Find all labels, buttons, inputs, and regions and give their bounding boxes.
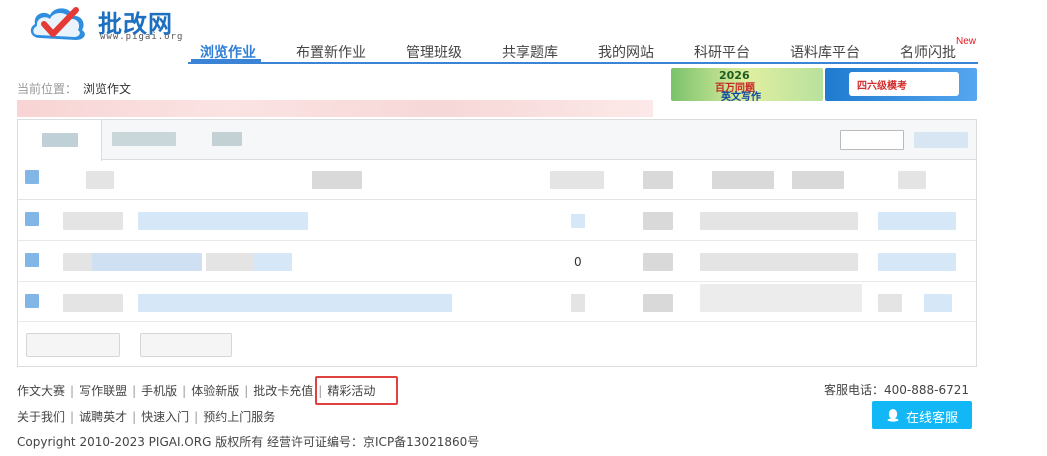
promo-banner-cet-mock[interactable]: 四六级模考 [825,68,977,101]
site-logo[interactable]: 批改网 www.pigai.org [26,2,196,44]
header-cell [86,171,114,189]
tab-label-redacted [112,132,176,146]
nav-divider [188,62,978,64]
row-checkbox[interactable] [25,253,39,267]
cloud-check-icon [30,7,85,40]
nav-manage-classes[interactable]: 管理班级 [406,42,462,62]
breadcrumb-current: 浏览作文 [83,82,132,96]
table-row[interactable] [18,200,976,241]
promo-banner-writing-contest[interactable]: 2026 百万同题 英文写作 [671,68,823,101]
qq-icon [887,409,899,422]
search-box-redacted[interactable] [840,130,904,150]
footer-link-quick-start[interactable]: 快速入门 [141,410,189,424]
nav-teacher-flash-grading[interactable]: 名师闪批 [900,42,956,62]
header-cell [550,171,604,189]
copyright: Copyright 2010-2023 PIGAI.ORG 版权所有 经营许可证… [17,435,480,449]
footer-link-card-recharge[interactable]: 批改卡充值 [253,384,313,398]
row-title-link[interactable] [138,294,452,312]
select-all-checkbox[interactable] [25,170,39,184]
bulk-action-button[interactable] [140,333,232,357]
row-cell [643,253,673,271]
banner-text: 四六级模考 [857,81,907,92]
row-cell [700,212,858,230]
support-phone: 客服电话：400-888-6721 [824,383,970,397]
nav-my-site[interactable]: 我的网站 [598,42,654,62]
row-cell [643,294,673,312]
row-checkbox[interactable] [25,212,39,226]
footer-link-about[interactable]: 关于我们 [17,410,65,424]
new-badge: New [956,36,977,47]
breadcrumb-label: 当前位置： [17,82,78,96]
bulk-action-button[interactable] [26,333,120,357]
footer-link-try-new[interactable]: 体验新版 [191,384,239,398]
highlight-annotation [315,376,398,405]
nav-corpus-platform[interactable]: 语料库平台 [790,42,860,62]
row-checkbox[interactable] [25,294,39,308]
online-support-label: 在线客服 [906,411,959,426]
header-cell [643,171,673,189]
table-row[interactable]: 0 [18,241,976,282]
row-title-link[interactable] [92,253,202,271]
tab-active[interactable] [18,120,102,161]
tab-3[interactable] [212,120,242,160]
row-action-link[interactable] [878,212,956,230]
banner-inner: 四六级模考 [849,72,959,96]
footer-links-row2: 关于我们 | 诚聘英才 | 快速入门 | 预约上门服务 [17,410,276,424]
banner-main: 英文写作 [721,92,761,101]
online-support-button[interactable]: 在线客服 [872,401,972,429]
footer-link-essay-contest[interactable]: 作文大赛 [17,384,65,398]
row-cell [571,294,585,312]
search-button-redacted[interactable] [914,132,968,148]
footer-link-mobile[interactable]: 手机版 [141,384,177,398]
table-row[interactable] [18,282,976,322]
header-cell [792,171,844,189]
blurred-notice [17,100,653,117]
row-cell [254,253,292,271]
logo-url: www.pigai.org [100,32,184,42]
row-title-link[interactable] [138,212,308,230]
row-cell [206,253,256,271]
header-cell [898,171,926,189]
row-cell [63,212,123,230]
footer-link-book-onsite[interactable]: 预约上门服务 [203,410,275,424]
header-cell [712,171,774,189]
row-action-link[interactable] [878,253,956,271]
row-cell [571,214,585,228]
assignment-panel: 0 [17,119,977,367]
breadcrumb: 当前位置： 浏览作文 [17,80,131,97]
row-count: 0 [574,255,582,269]
row-cell [643,212,673,230]
row-action-link[interactable] [924,294,952,312]
row-cell [63,294,123,312]
header-cell [312,171,362,189]
row-cell [878,294,902,312]
nav-shared-questions[interactable]: 共享题库 [502,42,558,62]
tab-2[interactable] [112,120,176,160]
tab-label-redacted [212,132,242,146]
tab-label-redacted [42,133,78,147]
footer-link-careers[interactable]: 诚聘英才 [79,410,127,424]
tab-bar [18,120,976,161]
main-nav: 浏览作业 布置新作业 管理班级 共享题库 我的网站 科研平台 语料库平台 名师闪… [188,36,978,64]
row-cell [700,284,862,312]
row-cell [700,253,858,271]
nav-research-platform[interactable]: 科研平台 [694,42,750,62]
table-header [18,160,976,200]
footer-link-writing-alliance[interactable]: 写作联盟 [79,384,127,398]
nav-new-assignment[interactable]: 布置新作业 [296,42,366,62]
